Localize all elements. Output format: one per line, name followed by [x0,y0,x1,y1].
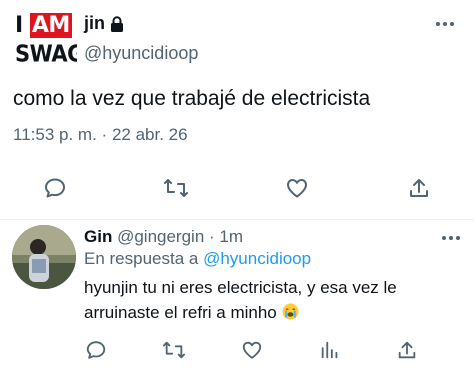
reply-text: hyunjin tu ni eres electricista, y esa v… [84,278,397,322]
divider [0,219,474,220]
tweet-timestamp[interactable]: 11:53 p. m. · 22 abr. 26 [13,125,188,145]
reply-age[interactable]: 1m [219,227,243,246]
reply-mention-link[interactable]: @hyuncidioop [203,249,311,268]
reply-author-handle[interactable]: @gingergin [117,227,204,246]
author-name-row[interactable]: jin [84,13,124,34]
share-icon[interactable] [393,336,421,364]
avatar-text-line1: I AM [15,13,72,38]
replying-to: En respuesta a @hyuncidioop [84,249,312,268]
tweet-text: como la vez que trabajé de electricista [13,87,371,110]
retweet-icon[interactable] [160,336,188,364]
avatar-text-line2: SWAG [15,40,77,68]
reply-icon[interactable] [82,336,110,364]
author-name[interactable]: jin [84,13,105,34]
retweet-icon[interactable] [162,174,190,202]
share-icon[interactable] [405,174,433,202]
more-icon[interactable] [436,22,454,26]
more-icon[interactable] [442,236,460,240]
reply-icon[interactable] [41,174,69,202]
reply-header: Gin @gingergin · 1m [84,227,244,246]
like-icon[interactable] [283,174,311,202]
main-tweet: I AM SWAG jin @hyuncidioop como la vez q… [0,0,474,219]
loudly-crying-face-icon [282,302,299,320]
like-icon[interactable] [238,336,266,364]
reply-actions [0,336,474,364]
author-handle[interactable]: @hyuncidioop [84,43,198,64]
reply-author-name[interactable]: Gin [84,227,112,246]
views-icon[interactable] [316,336,344,364]
tweet-actions [0,172,474,206]
author-avatar[interactable]: I AM SWAG [13,8,77,70]
lock-icon [110,15,124,32]
reply-author-avatar[interactable] [12,225,76,289]
